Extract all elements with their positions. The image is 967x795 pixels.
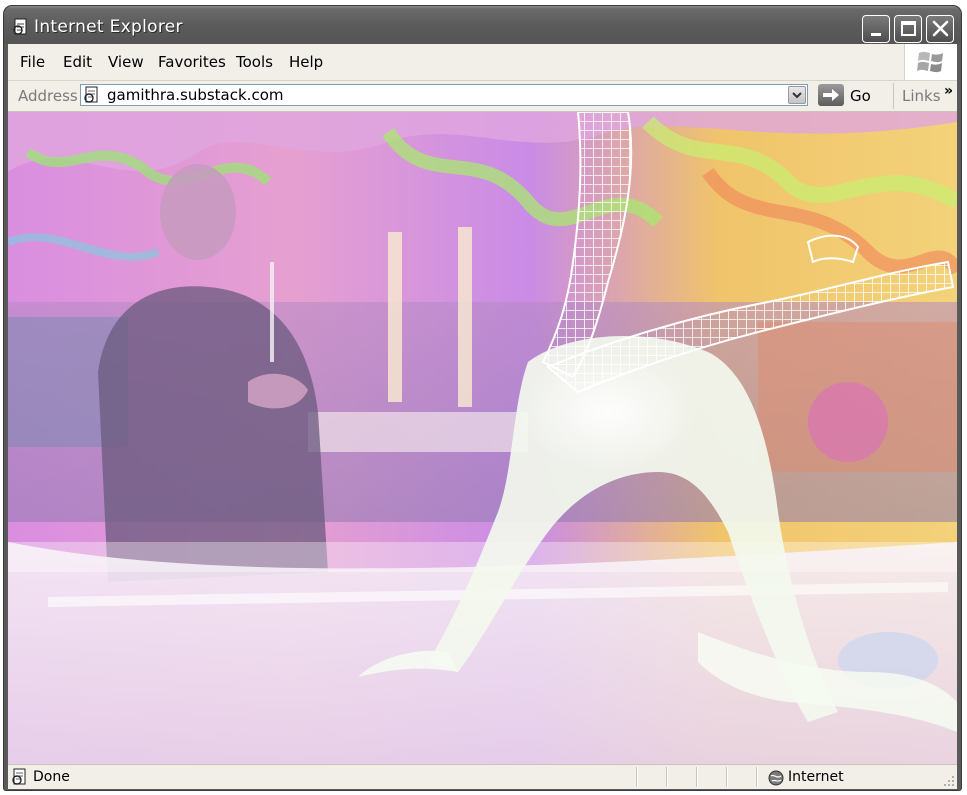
status-divider bbox=[756, 767, 758, 787]
menu-bar: File Edit View Favorites Tools Help bbox=[8, 44, 957, 81]
go-label[interactable]: Go bbox=[850, 87, 871, 105]
address-url[interactable]: gamithra.substack.com bbox=[107, 86, 283, 104]
windows-logo bbox=[904, 44, 957, 80]
menu-edit[interactable]: Edit bbox=[63, 53, 92, 71]
address-dropdown-button[interactable] bbox=[788, 86, 806, 104]
title-bar[interactable]: Internet Explorer bbox=[4, 6, 961, 44]
close-icon bbox=[932, 20, 949, 37]
ie-page-icon bbox=[12, 768, 26, 785]
minimize-icon bbox=[871, 33, 881, 36]
globe-icon bbox=[768, 770, 784, 786]
address-label: Address bbox=[18, 87, 78, 105]
chevron-down-icon bbox=[792, 92, 802, 99]
menu-help[interactable]: Help bbox=[289, 53, 323, 71]
status-divider bbox=[696, 767, 698, 787]
ie-page-icon bbox=[13, 18, 27, 35]
resize-grip-icon[interactable] bbox=[943, 775, 955, 787]
browser-window: Internet Explorer File Edit View Favorit… bbox=[4, 6, 961, 790]
ie-page-icon bbox=[84, 86, 98, 103]
links-chevron-icon[interactable]: » bbox=[944, 83, 953, 99]
go-arrow-icon bbox=[823, 89, 839, 101]
security-zone-text: Internet bbox=[788, 769, 844, 785]
status-bar: Done Internet bbox=[8, 764, 957, 789]
menu-favorites[interactable]: Favorites bbox=[158, 53, 226, 71]
status-text: Done bbox=[33, 769, 70, 785]
status-divider bbox=[636, 767, 638, 787]
psychedelic-collage-image bbox=[8, 112, 957, 764]
links-divider bbox=[893, 83, 894, 109]
address-input[interactable]: gamithra.substack.com bbox=[80, 84, 808, 106]
go-button[interactable] bbox=[818, 84, 844, 106]
window-title: Internet Explorer bbox=[34, 17, 183, 37]
menu-view[interactable]: View bbox=[108, 53, 144, 71]
maximize-button[interactable] bbox=[894, 15, 922, 43]
page-content[interactable] bbox=[8, 112, 957, 764]
windows-flag-icon bbox=[917, 51, 943, 73]
minimize-button[interactable] bbox=[862, 15, 890, 43]
maximize-icon bbox=[901, 21, 916, 36]
links-label[interactable]: Links bbox=[902, 87, 941, 105]
menu-tools[interactable]: Tools bbox=[236, 53, 273, 71]
status-divider bbox=[726, 767, 728, 787]
address-bar: Address gamithra.substack.com Go Links » bbox=[8, 81, 957, 112]
close-button[interactable] bbox=[926, 15, 954, 43]
menu-file[interactable]: File bbox=[20, 53, 45, 71]
status-divider bbox=[666, 767, 668, 787]
